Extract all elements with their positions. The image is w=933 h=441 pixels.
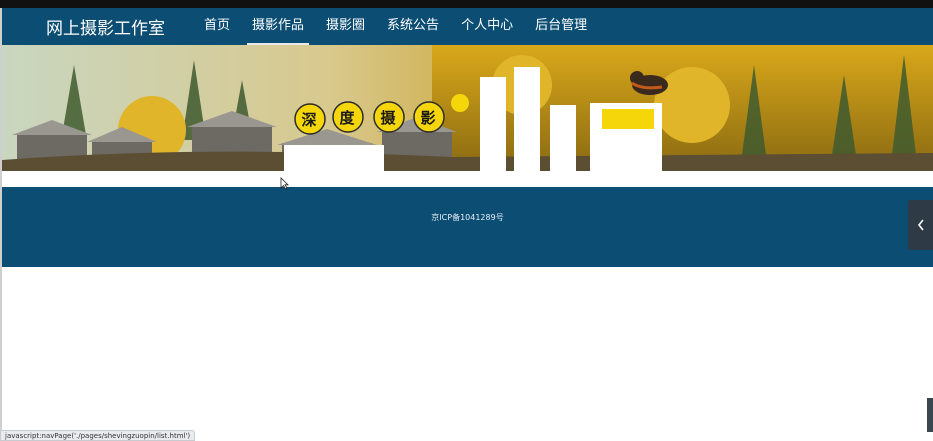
chevron-left-icon bbox=[917, 219, 924, 231]
site-brand[interactable]: 网上摄影工作室 bbox=[46, 14, 165, 39]
nav-circle[interactable]: 摄影圈 bbox=[315, 8, 376, 45]
browser-status-bar: javascript:navPage('./pages/shevingzuopi… bbox=[0, 430, 196, 441]
nav-home[interactable]: 首页 bbox=[193, 8, 241, 45]
hero-banner bbox=[2, 45, 933, 171]
nav-personal-center[interactable]: 个人中心 bbox=[450, 8, 524, 45]
browser-top-strip bbox=[0, 0, 933, 8]
nav-announcements[interactable]: 系统公告 bbox=[376, 8, 450, 45]
site-footer: 京ICP备1041289号 bbox=[2, 187, 933, 267]
icp-record: 京ICP备1041289号 bbox=[431, 212, 504, 222]
banner-gap bbox=[2, 171, 933, 187]
mouse-pointer-icon bbox=[280, 177, 289, 190]
side-panel-toggle[interactable] bbox=[908, 200, 933, 250]
nav-admin[interactable]: 后台管理 bbox=[524, 8, 598, 45]
banner-image bbox=[2, 45, 933, 171]
side-widget-handle[interactable] bbox=[927, 398, 933, 432]
top-navbar: 网上摄影工作室 首页 摄影作品 摄影圈 系统公告 个人中心 后台管理 bbox=[2, 8, 933, 45]
nav-works[interactable]: 摄影作品 bbox=[241, 8, 315, 45]
